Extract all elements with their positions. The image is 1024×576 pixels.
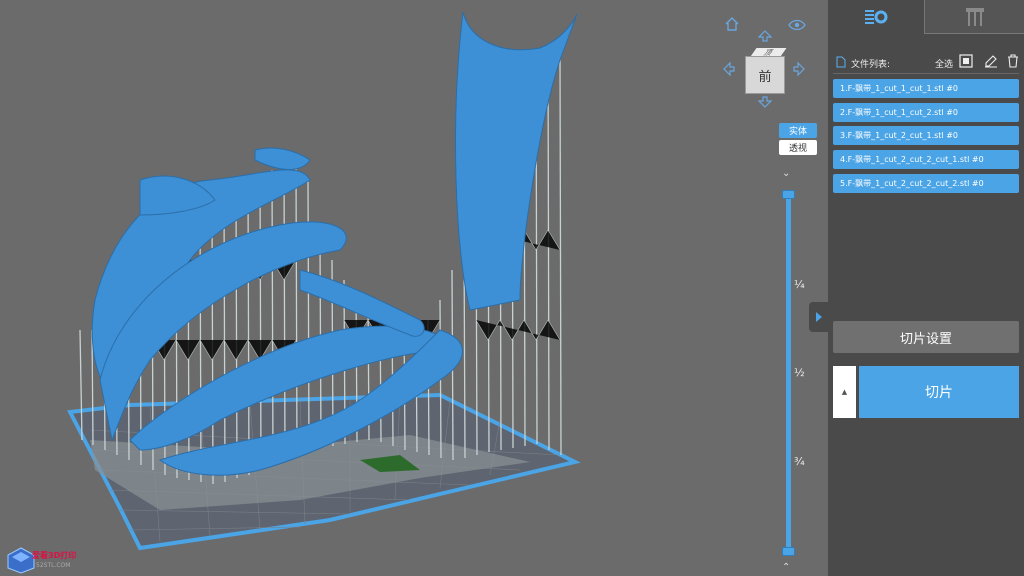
slice-button[interactable]: 切片: [859, 366, 1019, 418]
panel-tabs: [828, 0, 1024, 34]
chevron-right-icon: [815, 312, 822, 322]
panel-collapse-button[interactable]: [809, 302, 828, 332]
model-scene: [66, 11, 581, 551]
file-item[interactable]: 5.F-飘带_1_cut_2_cut_2_cut_2.stl #0: [833, 174, 1019, 193]
solid-view-button[interactable]: 实体: [779, 123, 817, 138]
file-item[interactable]: 3.F-飘带_1_cut_2_cut_1.stl #0: [833, 126, 1019, 145]
slider-tick-half: ½: [794, 366, 805, 379]
layer-slider-top-handle[interactable]: [782, 190, 795, 199]
view-cube[interactable]: 顶 前: [745, 48, 787, 94]
rotate-right-icon[interactable]: [793, 62, 805, 76]
eye-icon[interactable]: [788, 18, 806, 32]
file-item[interactable]: 1.F-飘带_1_cut_1_cut_1.stl #0: [833, 79, 1019, 98]
chevron-down-icon[interactable]: ⌄: [782, 168, 790, 179]
xray-view-button[interactable]: 透视: [779, 140, 817, 155]
trash-icon[interactable]: [1006, 54, 1020, 68]
tab-slice-settings[interactable]: [828, 0, 924, 34]
layer-slider-bottom-handle[interactable]: [782, 547, 795, 556]
file-icon: [836, 56, 846, 68]
rotate-up-icon[interactable]: [758, 30, 772, 42]
rotate-down-icon[interactable]: [758, 96, 772, 108]
slider-tick-quarter: ¼: [794, 278, 805, 291]
watermark-sub: 52STL.COM: [36, 562, 71, 569]
layer-slider-track[interactable]: [786, 192, 791, 552]
edit-icon[interactable]: [984, 54, 998, 68]
file-item[interactable]: 4.F-飘带_1_cut_2_cut_2_cut_1.stl #0: [833, 150, 1019, 169]
slice-options-dropdown[interactable]: ▲: [833, 366, 856, 418]
chevron-up-icon[interactable]: ⌃: [782, 562, 790, 573]
tab-support[interactable]: [924, 0, 1024, 34]
cube-front-face[interactable]: 前: [745, 56, 785, 94]
support-icon: [965, 7, 984, 26]
file-item[interactable]: 2.F-飘带_1_cut_1_cut_2.stl #0: [833, 103, 1019, 122]
rotate-left-icon[interactable]: [723, 62, 735, 76]
slice-settings-button[interactable]: 切片设置: [833, 321, 1019, 353]
select-all-checkbox[interactable]: [959, 54, 973, 68]
3d-viewport[interactable]: 顶 前 实体 透视 ⌄ ¼ ½ ¾ ⌃ 爱看3D打印 52STL.COM: [0, 0, 828, 576]
file-list-header: 文件列表: 全选: [836, 54, 1020, 70]
slider-tick-three-quarter: ¾: [794, 455, 805, 468]
divider: [833, 73, 1019, 74]
slice-settings-icon: [865, 10, 888, 24]
home-icon[interactable]: [724, 16, 740, 32]
select-all-label: 全选: [935, 60, 954, 70]
watermark-text: 爱看3D打印: [32, 551, 77, 560]
file-list-label: 文件列表:: [851, 60, 891, 70]
